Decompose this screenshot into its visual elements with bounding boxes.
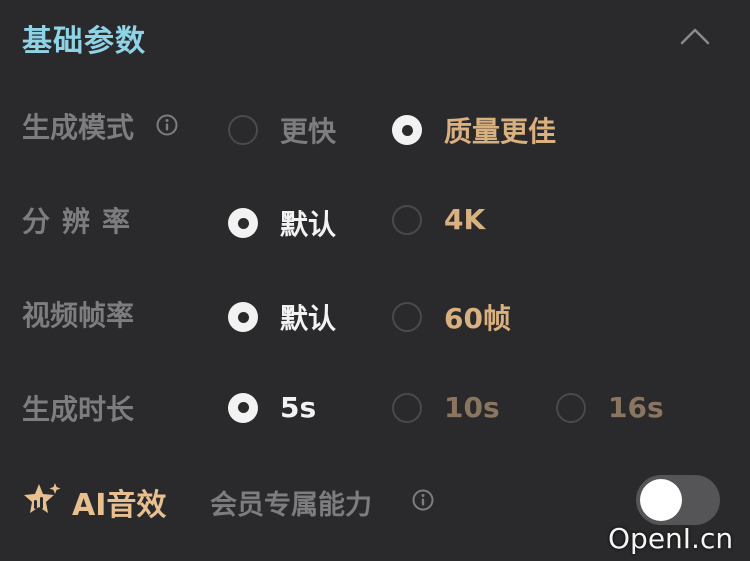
option-label: 16s: [608, 391, 664, 424]
mode-label: 生成模式: [22, 111, 135, 144]
framerate-label: 视频帧率: [22, 299, 135, 332]
radio-button-selected[interactable]: [228, 392, 258, 423]
ai-audio-label: AI音效: [72, 488, 167, 523]
mode-option-quality[interactable]: 质量更佳: [392, 110, 556, 150]
collapse-button[interactable]: [678, 24, 712, 48]
toggle-knob: [640, 479, 682, 521]
section-title: 基础参数: [22, 24, 146, 59]
option-label: 更快: [280, 115, 337, 148]
resolution-label: 分辨率: [22, 205, 143, 238]
radio-button-selected[interactable]: [228, 208, 258, 238]
radio-button[interactable]: [392, 204, 422, 235]
duration-option-16s[interactable]: 16s: [556, 391, 664, 424]
member-only-label: 会员专属能力: [210, 490, 372, 521]
radio-button[interactable]: [392, 302, 422, 332]
duration-option-10s[interactable]: 10s: [392, 391, 500, 424]
radio-button-selected[interactable]: [228, 302, 258, 332]
resolution-option-4k[interactable]: 4K: [392, 203, 485, 236]
framerate-option-60fps[interactable]: 60帧: [392, 297, 511, 337]
option-label: 60帧: [444, 302, 511, 335]
radio-button[interactable]: [392, 392, 422, 423]
option-label: 质量更佳: [444, 115, 557, 148]
radio-button[interactable]: [228, 115, 258, 145]
sparkle-star-icon: [24, 483, 61, 513]
option-label: 默认: [280, 302, 337, 335]
radio-button[interactable]: [556, 392, 586, 423]
resolution-option-default[interactable]: 默认: [228, 203, 336, 243]
option-label: 5s: [280, 391, 317, 424]
framerate-option-default[interactable]: 默认: [228, 297, 336, 337]
ai-audio-toggle[interactable]: [636, 475, 720, 525]
info-icon[interactable]: [412, 489, 434, 511]
radio-button-selected[interactable]: [392, 115, 422, 145]
duration-option-5s[interactable]: 5s: [228, 391, 316, 424]
option-label: 4K: [444, 203, 486, 236]
info-icon[interactable]: [156, 114, 178, 136]
option-label: 默认: [280, 208, 337, 241]
option-label: 10s: [444, 391, 500, 424]
watermark: OpenI.cn: [608, 522, 734, 555]
chevron-up-icon: [680, 28, 710, 45]
basic-params-panel: 基础参数 生成模式 更快 质量更佳 分辨率 默认 4K 视频帧率 默认 60帧 …: [0, 0, 750, 561]
duration-label: 生成时长: [22, 393, 135, 426]
mode-option-faster[interactable]: 更快: [228, 110, 336, 150]
